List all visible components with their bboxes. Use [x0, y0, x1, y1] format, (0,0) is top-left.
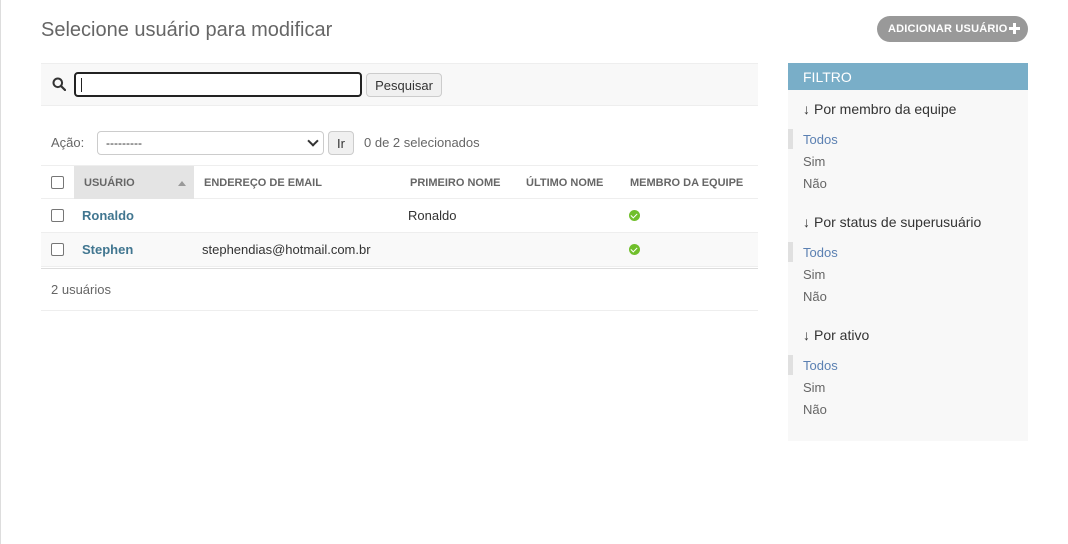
filter-option-yes[interactable]: Sim	[803, 154, 825, 169]
filter-option-yes[interactable]: Sim	[803, 380, 825, 395]
column-header-email[interactable]: ENDEREÇO DE EMAIL	[194, 166, 400, 199]
check-circle-icon	[629, 244, 640, 255]
action-select[interactable]: ---------	[97, 131, 324, 155]
column-header-label: MEMBRO DA EQUIPE	[630, 176, 744, 189]
plus-icon	[1009, 23, 1020, 34]
select-all-cell	[41, 166, 74, 199]
username-cell: Ronaldo	[82, 199, 134, 232]
row-select-cell	[41, 233, 74, 266]
filter-option-no[interactable]: Não	[803, 289, 827, 304]
username-link[interactable]: Stephen	[82, 242, 133, 257]
filter-option-all[interactable]: Todos	[803, 245, 838, 260]
check-circle-icon	[629, 210, 640, 221]
table-row: Ronaldo Ronaldo	[41, 199, 758, 233]
add-user-button[interactable]: ADICIONAR USUÁRIO	[877, 16, 1028, 42]
filter-option-all[interactable]: Todos	[803, 132, 838, 147]
selection-counter: 0 de 2 selecionados	[364, 135, 480, 150]
column-header-last-name[interactable]: ÚLTIMO NOME	[516, 166, 620, 199]
first-name-cell: Ronaldo	[408, 208, 457, 223]
filter-option-all[interactable]: Todos	[803, 358, 838, 373]
filter-sidebar: FILTRO ↓ Por membro da equipe Todos Sim N…	[788, 63, 1028, 441]
staff-cell	[629, 233, 640, 266]
filter-option-no[interactable]: Não	[803, 402, 827, 417]
paginator: 2 usuários	[41, 268, 758, 311]
column-header-label: USUÁRIO	[84, 176, 135, 189]
results-table: USUÁRIO ENDEREÇO DE EMAIL PRIMEIRO NOME …	[41, 165, 758, 311]
column-header-username[interactable]: USUÁRIO	[74, 166, 194, 199]
row-checkbox[interactable]	[51, 243, 64, 256]
row-select-cell	[41, 199, 74, 232]
column-header-staff[interactable]: MEMBRO DA EQUIPE	[620, 166, 758, 199]
filter-selected-marker	[788, 129, 793, 149]
username-link[interactable]: Ronaldo	[82, 208, 134, 223]
table-header: USUÁRIO ENDEREÇO DE EMAIL PRIMEIRO NOME …	[41, 165, 758, 199]
arrow-down-icon: ↓	[803, 214, 810, 230]
column-header-label: ENDEREÇO DE EMAIL	[204, 176, 322, 189]
filter-title: FILTRO	[788, 63, 1028, 90]
filter-selected-marker	[788, 355, 793, 375]
actions-bar: Ação: --------- Ir 0 de 2 selecionados	[41, 129, 758, 165]
username-cell: Stephen	[82, 233, 133, 266]
search-input[interactable]	[74, 72, 362, 97]
select-all-checkbox[interactable]	[51, 176, 64, 189]
search-icon	[52, 77, 66, 91]
column-header-label: PRIMEIRO NOME	[410, 176, 501, 189]
row-checkbox[interactable]	[51, 209, 64, 222]
go-button[interactable]: Ir	[328, 131, 354, 155]
action-label: Ação:	[51, 135, 85, 150]
sort-asc-icon[interactable]	[178, 181, 186, 186]
email-cell: stephendias@hotmail.com.br	[202, 242, 371, 257]
filter-group-title: ↓ Por status de superusuário	[803, 214, 982, 230]
filter-option-no[interactable]: Não	[803, 176, 827, 191]
arrow-down-icon: ↓	[803, 101, 810, 117]
text-cursor	[81, 78, 82, 92]
staff-cell	[629, 199, 640, 232]
column-header-label: ÚLTIMO NOME	[526, 176, 604, 189]
page-title: Selecione usuário para modificar	[41, 19, 333, 41]
search-button[interactable]: Pesquisar	[366, 73, 442, 97]
filter-option-yes[interactable]: Sim	[803, 267, 825, 282]
search-toolbar: Pesquisar	[41, 63, 758, 106]
add-user-button-label: ADICIONAR USUÁRIO	[888, 23, 1008, 35]
column-header-first-name[interactable]: PRIMEIRO NOME	[400, 166, 516, 199]
filter-group-title: ↓ Por membro da equipe	[803, 101, 957, 117]
table-row: Stephen stephendias@hotmail.com.br	[41, 233, 758, 267]
arrow-down-icon: ↓	[803, 327, 810, 343]
filter-selected-marker	[788, 242, 793, 262]
action-select-value: ---------	[106, 136, 142, 150]
chevron-down-icon	[307, 135, 319, 147]
filter-group-title: ↓ Por ativo	[803, 327, 870, 343]
page-left-border	[0, 0, 1, 544]
